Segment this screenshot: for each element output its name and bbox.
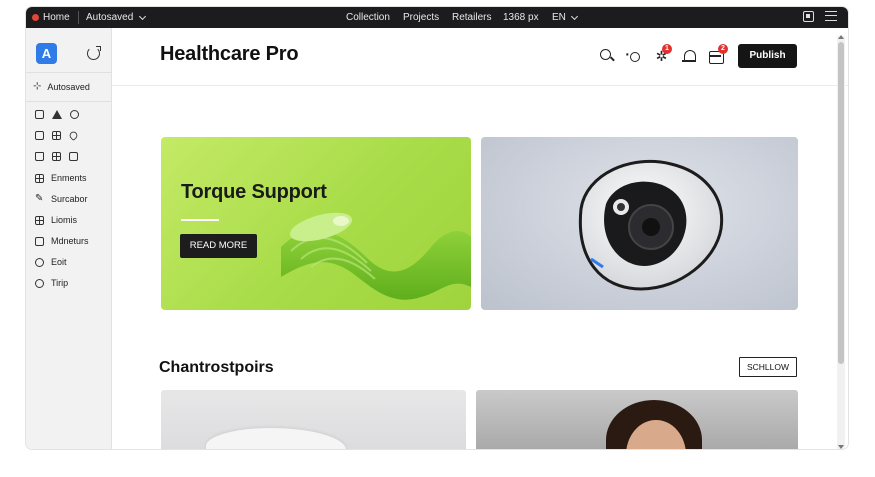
publish-button[interactable]: Publish (738, 44, 797, 68)
topbar-divider (78, 11, 79, 24)
status-dot-icon (32, 14, 39, 21)
notification-badge: 1 (662, 44, 672, 54)
sidebar-autosaved[interactable]: ⊹ Autosaved (33, 81, 90, 93)
product-image (206, 428, 346, 449)
components-icon[interactable] (52, 131, 61, 140)
vertical-scrollbar[interactable] (837, 35, 845, 449)
portrait-card[interactable] (476, 390, 798, 449)
sidebar-item-enments[interactable]: Enments (35, 173, 87, 183)
bell-icon[interactable] (682, 49, 697, 64)
menu-icon[interactable] (825, 11, 837, 21)
viewport-width[interactable]: 1368 px (503, 11, 539, 24)
refresh-icon[interactable] (87, 46, 101, 60)
nav-retailers[interactable]: Retailers (452, 11, 491, 24)
section-action-button[interactable]: SCHLLOW (739, 357, 797, 377)
frame-icon[interactable] (35, 131, 44, 140)
tool-row-2 (35, 130, 79, 141)
grid-icon (35, 173, 44, 183)
scroll-up-arrow-icon[interactable] (838, 35, 844, 39)
lock-icon[interactable] (35, 152, 44, 161)
folder-icon (35, 236, 44, 246)
autosaved-dropdown[interactable]: Autosaved (86, 11, 147, 24)
search-icon[interactable] (600, 49, 615, 64)
device-product-image (578, 159, 724, 291)
list-icon (35, 215, 44, 225)
sidebar-divider (26, 101, 112, 102)
pen-icon: ✎ (35, 193, 44, 204)
preview-icon[interactable] (803, 11, 814, 22)
tool-row-1 (35, 110, 79, 119)
page-title: Healthcare Pro (160, 43, 299, 65)
read-more-button[interactable]: READ MORE (180, 234, 257, 258)
sidebar: A ⊹ Autosaved Enments ✎ Surcabor Liomis … (26, 28, 112, 449)
sidebar-item-liomis[interactable]: Liomis (35, 215, 77, 225)
home-label: Home (43, 12, 70, 23)
autosaved-label: Autosaved (86, 12, 134, 23)
sidebar-item-tirip[interactable]: Tirip (35, 278, 68, 288)
sidebar-item-label: Surcabor (51, 194, 88, 204)
sidebar-item-label: Tirip (51, 278, 69, 288)
settings-sliders-icon: ⊹ (33, 81, 42, 92)
home-button[interactable]: Home (32, 11, 70, 24)
triangle-icon[interactable] (52, 110, 62, 119)
sidebar-item-mdneturs[interactable]: Mdneturs (35, 236, 89, 246)
product-card[interactable] (161, 390, 466, 449)
page-icon[interactable] (35, 110, 44, 119)
sidebar-item-label: Liomis (51, 215, 78, 225)
search-icon (35, 278, 44, 288)
sidebar-item-surcabor[interactable]: ✎ Surcabor (35, 193, 88, 205)
sidebar-autosaved-label: Autosaved (47, 82, 90, 92)
hero-card-product[interactable] (481, 137, 798, 310)
sidebar-item-eoit[interactable]: Eoit (35, 257, 67, 267)
theme-sun-icon[interactable] (624, 43, 642, 66)
clock-icon (35, 257, 44, 267)
sidebar-item-label: Enments (51, 173, 87, 183)
shapes-icon[interactable] (70, 110, 79, 119)
chevron-down-icon (139, 12, 147, 20)
nav-projects[interactable]: Projects (403, 11, 439, 24)
language-dropdown[interactable]: EN (552, 11, 578, 24)
tool-row-3 (35, 152, 78, 161)
qr-icon[interactable] (52, 152, 61, 161)
app-window: Home Autosaved Collection Projects Retai… (26, 7, 848, 449)
nav-collection[interactable]: Collection (346, 11, 390, 24)
hero-title: Torque Support (181, 181, 327, 203)
language-label: EN (552, 12, 566, 23)
app-logo[interactable]: A (36, 43, 57, 64)
hero-card-promo[interactable]: Torque Support READ MORE (161, 137, 471, 310)
scroll-down-arrow-icon[interactable] (838, 445, 844, 449)
hero-accent-line (181, 219, 219, 221)
header-divider (112, 85, 848, 86)
top-bar: Home Autosaved Collection Projects Retai… (26, 7, 848, 28)
chevron-down-icon (570, 12, 578, 20)
sidebar-divider (26, 72, 112, 73)
section-title: Chantrostpoirs (159, 359, 274, 376)
heart-icon[interactable] (68, 130, 79, 141)
sidebar-item-label: Eoit (51, 257, 67, 267)
sidebar-item-label: Mdneturs (51, 236, 89, 246)
add-page-icon[interactable] (69, 152, 78, 161)
scrollbar-thumb[interactable] (838, 42, 844, 364)
inbox-badge: 2 (718, 44, 728, 54)
